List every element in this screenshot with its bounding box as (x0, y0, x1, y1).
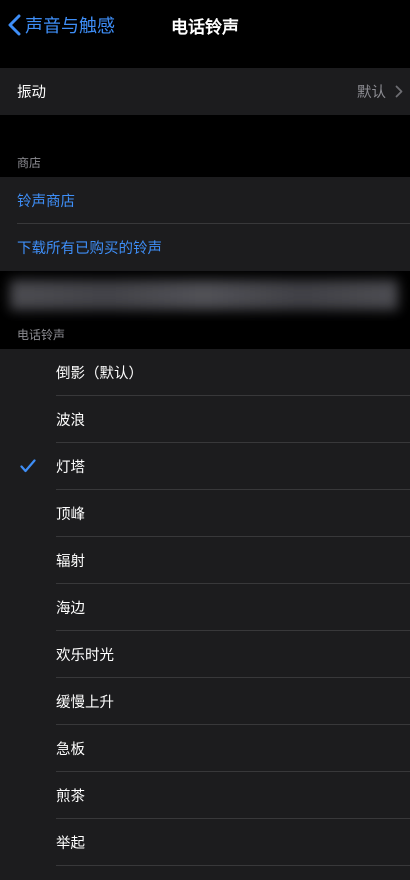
checkmark-icon (20, 459, 36, 473)
ringtone-row[interactable]: 煎茶 (0, 772, 410, 819)
ringtone-label: 缓慢上升 (56, 695, 114, 711)
ringtone-label: 煎茶 (56, 789, 85, 805)
ringtone-label: 举起 (56, 836, 85, 852)
ringtone-label: 急板 (56, 742, 85, 758)
ringtones-group: 倒影（默认） 波浪 灯塔 顶峰 辐射 海边 欢乐时光 缓慢上升 急板 煎茶 举起 (0, 349, 410, 880)
ringtone-label: 海边 (56, 601, 85, 617)
separator (56, 865, 410, 866)
ringtone-row[interactable]: 缓慢上升 (0, 678, 410, 725)
download-purchased-link[interactable]: 下载所有已购买的铃声 (0, 224, 410, 271)
ringtone-label: 灯塔 (56, 460, 85, 476)
ringtone-label: 波浪 (56, 413, 85, 429)
ringtone-row[interactable]: 倒影（默认） (0, 349, 410, 396)
tone-store-link[interactable]: 铃声商店 (0, 177, 410, 224)
ringtones-section-header: 电话铃声 (17, 328, 66, 342)
page-title: 电话铃声 (171, 18, 239, 38)
navigation-bar: 声音与触感 电话铃声 (0, 0, 410, 50)
ringtone-row[interactable]: 海边 (0, 584, 410, 631)
ringtone-row[interactable]: 波浪 (0, 396, 410, 443)
download-purchased-label: 下载所有已购买的铃声 (17, 241, 162, 257)
ringtone-label: 辐射 (56, 554, 85, 570)
vibration-group: 振动 默认 (0, 68, 410, 115)
store-section-header: 商店 (17, 156, 42, 170)
vibration-row[interactable]: 振动 默认 (0, 68, 410, 115)
ringtone-row[interactable]: 顶峰 (0, 490, 410, 537)
blurred-text (10, 280, 398, 310)
vibration-label: 振动 (17, 85, 46, 101)
ringtone-label: 欢乐时光 (56, 648, 114, 664)
ringtone-row-selected[interactable]: 灯塔 (0, 443, 410, 490)
ringtone-row[interactable]: 辐射 (0, 537, 410, 584)
vibration-value: 默认 (357, 85, 386, 101)
ringtone-label: 倒影（默认） (56, 366, 143, 382)
ringtone-label: 顶峰 (56, 507, 85, 523)
ringtone-row[interactable]: 欢乐时光 (0, 631, 410, 678)
tone-store-label: 铃声商店 (17, 194, 75, 210)
store-group: 铃声商店 下载所有已购买的铃声 (0, 177, 410, 271)
chevron-right-icon (395, 85, 403, 98)
ringtone-row[interactable]: 急板 (0, 725, 410, 772)
blurred-footer-note (0, 271, 410, 321)
ringtone-row[interactable]: 举起 (0, 819, 410, 866)
